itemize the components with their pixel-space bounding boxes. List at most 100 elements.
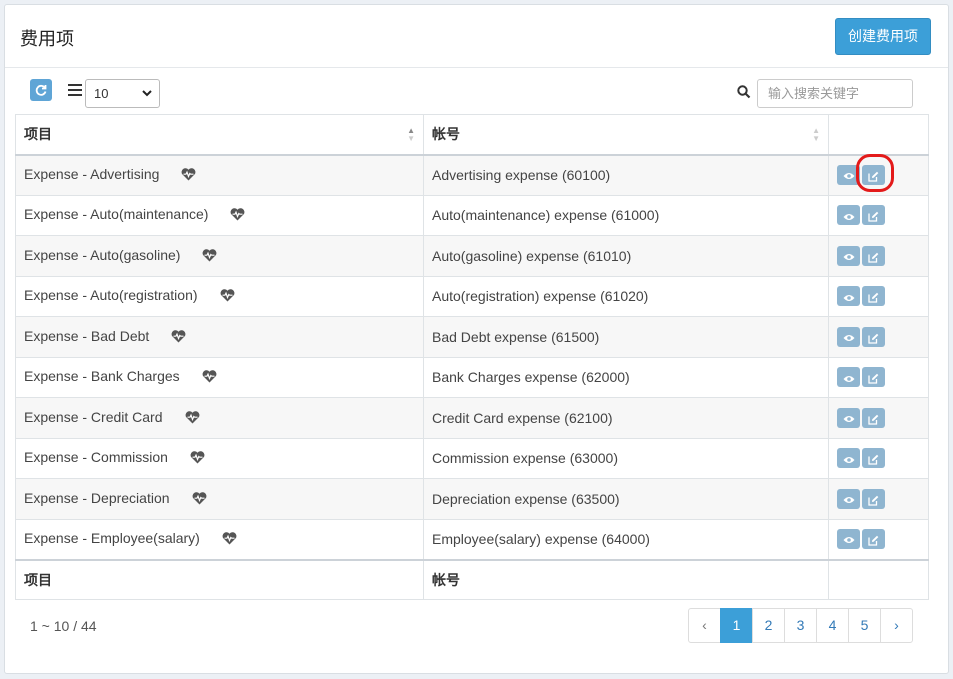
account-cell: Bank Charges expense (62000): [423, 356, 829, 398]
edit-icon: [868, 329, 879, 345]
edit-button[interactable]: [862, 165, 885, 185]
view-button[interactable]: [837, 245, 860, 266]
item-name: Expense - Auto(maintenance): [24, 206, 209, 223]
column-header-actions: [828, 114, 929, 156]
pagination-page[interactable]: 5: [848, 608, 881, 643]
item-name: Expense - Advertising: [24, 166, 160, 182]
edit-icon: [868, 450, 879, 466]
column-header-account[interactable]: 帐号 ▲ ▼: [423, 114, 829, 156]
account-cell: Depreciation expense (63500): [423, 478, 829, 520]
search-icon: [737, 85, 751, 99]
eye-icon: [843, 248, 855, 264]
eye-icon: [843, 167, 855, 183]
expense-items-table: 项目 ▲ ▼ 帐号 ▲ ▼ Expense - Advertising Adverti…: [15, 114, 929, 600]
heartbeat-icon: [192, 491, 207, 508]
view-button[interactable]: [837, 326, 860, 347]
table-row: Expense - Bad Debt Bad Debt expense (6150…: [15, 316, 929, 358]
edit-icon: [868, 167, 879, 183]
pagination-page[interactable]: 2: [752, 608, 785, 643]
table-row: Expense - Credit Card Credit Card expense…: [15, 397, 929, 439]
edit-button[interactable]: [862, 529, 885, 549]
edit-button[interactable]: [862, 367, 885, 388]
pagination-next[interactable]: ›: [880, 608, 913, 643]
edit-button[interactable]: [862, 407, 885, 428]
page-size-select[interactable]: 10: [85, 79, 160, 108]
pagination-page[interactable]: 4: [816, 608, 849, 643]
actions-cell: [828, 437, 929, 479]
edit-button[interactable]: [862, 245, 885, 266]
view-button[interactable]: [837, 488, 860, 509]
actions-cell: [828, 194, 929, 236]
edit-icon: [868, 369, 879, 385]
create-expense-item-button[interactable]: 创建费用项: [835, 18, 931, 55]
heartbeat-icon: [202, 248, 217, 265]
table-row: Expense - Commission Commission expense (…: [15, 437, 929, 479]
item-name: Expense - Auto(registration): [24, 287, 198, 304]
account-cell: Auto(gasoline) expense (61010): [423, 235, 829, 277]
table-row: Expense - Auto(registration) Auto(registr…: [15, 275, 929, 317]
eye-icon: [843, 450, 855, 466]
edit-icon: [868, 288, 879, 304]
edit-button[interactable]: [862, 286, 885, 307]
edit-icon: [868, 207, 879, 223]
view-button[interactable]: [837, 448, 860, 469]
footer-account-label: 帐号: [423, 558, 829, 600]
chevron-down-icon: [142, 90, 152, 97]
sort-icon: ▲ ▼: [812, 126, 820, 143]
view-button[interactable]: [837, 286, 860, 307]
heartbeat-icon: [185, 410, 200, 427]
actions-cell: [828, 518, 929, 560]
heartbeat-icon: [171, 329, 186, 346]
heartbeat-icon: [230, 208, 245, 224]
heartbeat-icon: [190, 451, 205, 467]
item-name: Expense - Credit Card: [24, 408, 163, 425]
table-row: Expense - Employee(salary) Employee(salar…: [15, 518, 929, 560]
edit-button[interactable]: [862, 448, 885, 469]
pagination-page[interactable]: 1: [720, 608, 753, 643]
column-header-item[interactable]: 项目 ▲ ▼: [15, 114, 424, 156]
pagination-prev[interactable]: ‹: [688, 608, 721, 643]
edit-button[interactable]: [862, 488, 885, 509]
item-cell: Expense - Commission: [15, 437, 424, 479]
item-cell: Expense - Bad Debt: [15, 316, 424, 358]
item-name: Expense - Depreciation: [24, 489, 170, 506]
item-name: Expense - Bank Charges: [24, 368, 180, 385]
view-button[interactable]: [837, 367, 860, 388]
refresh-button[interactable]: [30, 79, 52, 101]
actions-cell: [828, 235, 929, 277]
edit-button[interactable]: [862, 205, 885, 226]
sort-icon: ▲ ▼: [407, 126, 415, 143]
eye-icon: [843, 410, 855, 426]
actions-cell: [828, 397, 929, 439]
heartbeat-icon: [202, 370, 217, 386]
edit-icon: [868, 248, 879, 264]
table-row: Expense - Advertising Advertising expense…: [15, 154, 929, 196]
table-toolbar: 10 输入搜索关键字: [0, 64, 953, 114]
table-row: Expense - Auto(maintenance) Auto(maintena…: [15, 194, 929, 236]
view-button[interactable]: [837, 205, 860, 226]
search-input[interactable]: 输入搜索关键字: [757, 79, 913, 108]
footer-item-label: 项目: [15, 558, 424, 600]
page-title: 费用项: [20, 29, 74, 49]
item-cell: Expense - Auto(registration): [15, 275, 424, 317]
panel-header: 费用项 创建费用项: [5, 5, 948, 68]
item-cell: Expense - Employee(salary): [15, 518, 424, 560]
account-cell: Credit Card expense (62100): [423, 397, 829, 439]
eye-icon: [843, 491, 855, 507]
pagination-page[interactable]: 3: [784, 608, 817, 643]
actions-cell: [828, 478, 929, 520]
heartbeat-icon: [222, 532, 237, 548]
eye-icon: [843, 288, 855, 304]
item-cell: Expense - Bank Charges: [15, 356, 424, 398]
item-cell: Expense - Auto(maintenance): [15, 194, 424, 236]
actions-cell: [828, 154, 929, 196]
eye-icon: [843, 207, 855, 223]
list-icon: [68, 84, 82, 96]
item-cell: Expense - Advertising: [15, 154, 424, 196]
view-button[interactable]: [837, 165, 860, 185]
edit-icon: [868, 491, 879, 507]
table-row: Expense - Auto(gasoline) Auto(gasoline) e…: [15, 235, 929, 277]
view-button[interactable]: [837, 529, 860, 549]
view-button[interactable]: [837, 407, 860, 428]
edit-button[interactable]: [862, 326, 885, 347]
